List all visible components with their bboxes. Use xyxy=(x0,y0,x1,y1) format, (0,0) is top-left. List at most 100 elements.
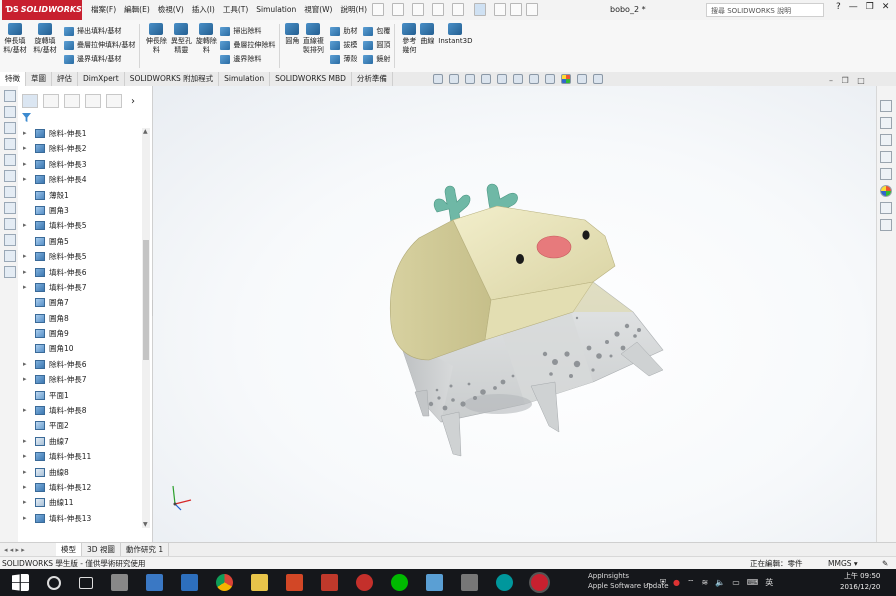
open-icon[interactable] xyxy=(392,3,404,16)
expand-arrow-icon[interactable]: ▸ xyxy=(23,280,31,295)
swept-cut-button[interactable]: 掃出除料 xyxy=(220,24,275,38)
scroll-up-icon[interactable]: ▲ xyxy=(143,128,148,135)
menu-help[interactable]: 說明(H) xyxy=(340,4,369,15)
tree-item[interactable]: 圓角3 xyxy=(18,203,152,218)
monitor-icon[interactable] xyxy=(4,218,16,230)
tab-3d-views[interactable]: 3D 視圖 xyxy=(82,543,121,557)
tree-item[interactable]: ▸ 填料-伸長13 xyxy=(18,511,152,526)
view-icon[interactable] xyxy=(4,202,16,214)
line-icon[interactable] xyxy=(391,574,408,591)
undo-icon[interactable] xyxy=(452,3,464,16)
expand-arrow-icon[interactable]: ▸ xyxy=(23,434,31,449)
options-gear-icon[interactable] xyxy=(526,3,538,16)
boundary-boss-button[interactable]: 邊界填料/基材 xyxy=(64,52,135,66)
revolved-boss-button[interactable]: 旋轉填料/基材 xyxy=(30,20,60,55)
lofted-boss-button[interactable]: 疊層拉伸填料/基材 xyxy=(64,38,135,52)
defender-icon[interactable]: ⛨ xyxy=(660,578,666,588)
fillet-button[interactable]: 圓角 xyxy=(284,20,300,46)
chrome-icon[interactable] xyxy=(216,574,233,591)
tree-item[interactable]: 圓角10 xyxy=(18,341,152,356)
volume-icon[interactable]: 🔈 xyxy=(715,578,725,587)
tab-dimxpert[interactable]: DimXpert xyxy=(78,72,125,86)
expand-arrow-icon[interactable]: ▸ xyxy=(23,265,31,280)
tree-item[interactable]: ▸ 填料-伸長12 xyxy=(18,480,152,495)
graphics-area[interactable]: – ❐ □ xyxy=(153,74,876,542)
assembly-icon[interactable] xyxy=(4,106,16,118)
network-icon[interactable]: ⌔ xyxy=(687,578,695,588)
tray-app-icon[interactable]: ● xyxy=(673,578,680,587)
tab-sketch[interactable]: 草圖 xyxy=(26,72,52,86)
close-button[interactable]: ✕ xyxy=(882,2,890,12)
edit-appearance-icon[interactable] xyxy=(561,74,571,84)
tree-item[interactable]: 圓角7 xyxy=(18,295,152,310)
rebuild-icon[interactable] xyxy=(494,3,506,16)
reference-icon[interactable] xyxy=(4,170,16,182)
printer-icon[interactable] xyxy=(461,574,478,591)
revolved-cut-button[interactable]: 旋轉除料 xyxy=(194,20,218,55)
swept-boss-button[interactable]: 掃出填料/基材 xyxy=(64,24,135,38)
input-method-indicator[interactable]: 英 xyxy=(765,577,773,588)
tree-item[interactable]: ▸ 除料-伸長6 xyxy=(18,357,152,372)
expand-arrow-icon[interactable]: ▸ xyxy=(23,141,31,156)
linear-pattern-button[interactable]: 直線複製排列 xyxy=(300,20,326,55)
new-document-icon[interactable] xyxy=(372,3,384,16)
configuration-manager-tab-icon[interactable] xyxy=(64,94,80,108)
tree-item[interactable]: ▸ 曲線7 xyxy=(18,434,152,449)
expand-arrow-icon[interactable]: ▸ xyxy=(23,126,31,141)
reference-geometry-button[interactable]: 參考幾何 xyxy=(399,20,419,55)
file-explorer-icon[interactable] xyxy=(880,151,892,163)
tree-item[interactable]: ▸ 填料-伸長7 xyxy=(18,280,152,295)
tree-item[interactable]: ▸ 除料-伸長7 xyxy=(18,372,152,387)
view-orientation-icon[interactable] xyxy=(513,74,523,84)
curves-button[interactable]: 曲線 xyxy=(419,20,435,46)
hole-wizard-button[interactable]: 異型孔精靈 xyxy=(168,20,194,55)
battery-icon[interactable]: ▭ xyxy=(732,578,740,587)
expand-arrow-icon[interactable]: ▸ xyxy=(23,511,31,526)
clock[interactable]: 上午 09:50 2016/12/20 xyxy=(840,571,880,593)
view-settings-icon[interactable] xyxy=(593,74,603,84)
show-hidden-icons-icon[interactable]: ︿ xyxy=(645,577,653,588)
expand-arrow-icon[interactable]: ▸ xyxy=(23,249,31,264)
tree-item[interactable]: ▸ 填料-伸長6 xyxy=(18,265,152,280)
filter-icon[interactable] xyxy=(22,113,31,122)
tree-item[interactable]: ▸ 除料-伸長4 xyxy=(18,172,152,187)
dimxpert-manager-tab-icon[interactable] xyxy=(85,94,101,108)
help-icon[interactable]: ? xyxy=(836,2,841,12)
menu-edit[interactable]: 編輯(E) xyxy=(123,4,151,15)
drawing-icon[interactable] xyxy=(4,122,16,134)
extruded-boss-button[interactable]: 伸長填料/基材 xyxy=(0,20,30,55)
tree-item[interactable]: 平面2 xyxy=(18,418,152,433)
save-icon[interactable] xyxy=(412,3,424,16)
tab-simulation[interactable]: Simulation xyxy=(219,72,271,86)
wifi-icon[interactable]: ≋ xyxy=(702,578,709,587)
scroll-down-icon[interactable]: ▼ xyxy=(143,521,148,528)
custom-properties-icon[interactable] xyxy=(880,202,892,214)
zoom-to-area-icon[interactable] xyxy=(449,74,459,84)
tree-item[interactable]: ▸ 填料-伸長8 xyxy=(18,403,152,418)
display-manager-tab-icon[interactable] xyxy=(106,94,122,108)
app-icon[interactable] xyxy=(111,574,128,591)
tree-item[interactable]: 圓角8 xyxy=(18,311,152,326)
tab-addins[interactable]: SOLIDWORKS 附加程式 xyxy=(125,72,220,86)
dome-button[interactable]: 圓頂 xyxy=(363,38,390,52)
menu-simulation[interactable]: Simulation xyxy=(255,5,297,14)
design-library-icon[interactable] xyxy=(880,134,892,146)
windows-start-icon[interactable] xyxy=(12,574,29,591)
tree-item[interactable]: ▸ 除料-伸長5 xyxy=(18,249,152,264)
menu-window[interactable]: 視窗(W) xyxy=(303,4,333,15)
minimize-button[interactable]: — xyxy=(849,2,858,12)
property-manager-tab-icon[interactable] xyxy=(43,94,59,108)
tree-item[interactable]: ▸ 填料-伸長11 xyxy=(18,449,152,464)
print-icon[interactable] xyxy=(432,3,444,16)
tree-scrollbar[interactable]: ▲ ▼ xyxy=(142,128,150,528)
view-palette-icon[interactable] xyxy=(880,168,892,180)
expand-arrow-icon[interactable]: ▸ xyxy=(23,449,31,464)
tree-item[interactable]: 平面1 xyxy=(18,388,152,403)
menu-tools[interactable]: 工具(T) xyxy=(222,4,249,15)
expand-arrow-icon[interactable]: ▸ xyxy=(23,480,31,495)
expand-arrow-icon[interactable]: ▸ xyxy=(23,218,31,233)
section-view-icon[interactable] xyxy=(481,74,491,84)
restore-button[interactable]: ❐ xyxy=(866,2,874,12)
measure-icon[interactable] xyxy=(4,250,16,262)
previous-view-icon[interactable] xyxy=(465,74,475,84)
